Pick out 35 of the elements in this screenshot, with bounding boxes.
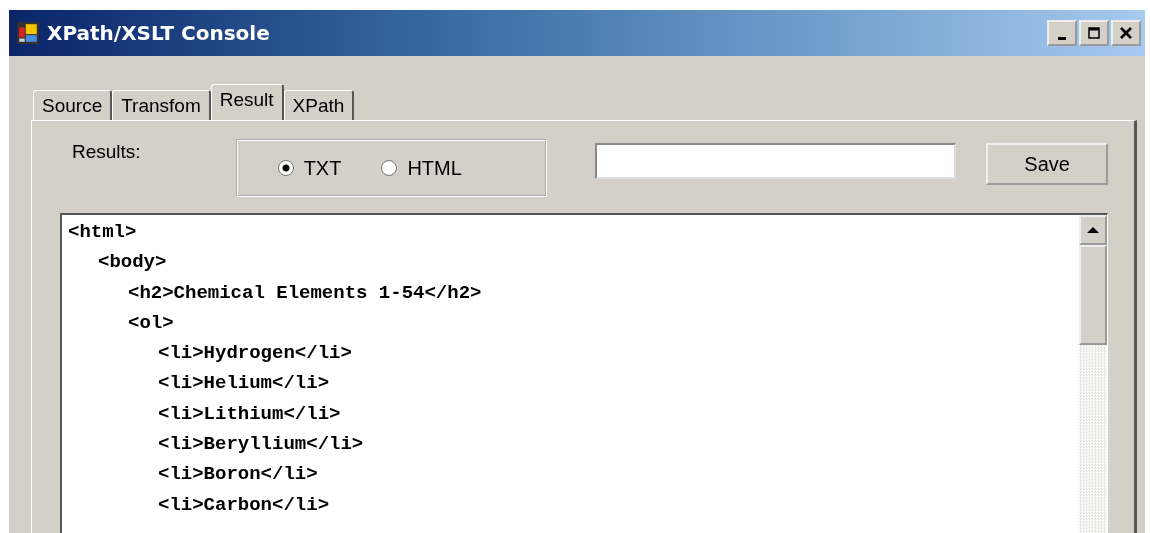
results-label: Results:: [72, 141, 142, 163]
minimize-button[interactable]: [1047, 20, 1077, 46]
close-icon: [1119, 26, 1133, 40]
scroll-up-button[interactable]: [1079, 215, 1107, 245]
code-line: <li>Boron</li>: [158, 463, 318, 486]
radio-label: HTML: [407, 156, 462, 180]
maximize-button[interactable]: [1079, 20, 1109, 46]
text-field[interactable]: [595, 143, 957, 179]
code-line: <h2>Chemical Elements 1-54</h2>: [128, 281, 482, 304]
up-arrow-icon: [1087, 226, 1099, 234]
tab[interactable]: Transfom: [112, 90, 211, 120]
code-line: <li>Lithium</li>: [158, 402, 341, 425]
save-button[interactable]: Save: [986, 143, 1108, 185]
radio-label: TXT: [303, 156, 342, 180]
format-radio[interactable]: HTML: [381, 156, 462, 180]
tab[interactable]: Source: [33, 90, 113, 120]
scrollbar[interactable]: [1079, 215, 1107, 533]
code-line: <li>Helium</li>: [158, 372, 330, 395]
window-title: XPath/XSLT Console: [47, 21, 271, 45]
close-button[interactable]: [1111, 20, 1141, 46]
code-line: <li>Hydrogen</li>: [158, 342, 352, 365]
code-line: <ol>: [128, 311, 174, 334]
scroll-thumb[interactable]: [1079, 245, 1107, 345]
tab[interactable]: Result: [210, 84, 284, 120]
code-line: <li>Beryllium</li>: [158, 433, 364, 456]
code-line: <li>Carbon</li>: [158, 493, 330, 516]
radio-icon[interactable]: [381, 160, 398, 176]
code-line: <html>: [68, 221, 137, 243]
format-radio[interactable]: TXT: [277, 156, 342, 180]
maximize-icon: [1087, 26, 1101, 40]
radio-icon[interactable]: [277, 160, 294, 176]
app-icon: [17, 22, 39, 44]
tab[interactable]: XPath: [283, 90, 355, 120]
code-line: <body>: [98, 251, 167, 274]
minimize-icon: [1058, 36, 1066, 40]
